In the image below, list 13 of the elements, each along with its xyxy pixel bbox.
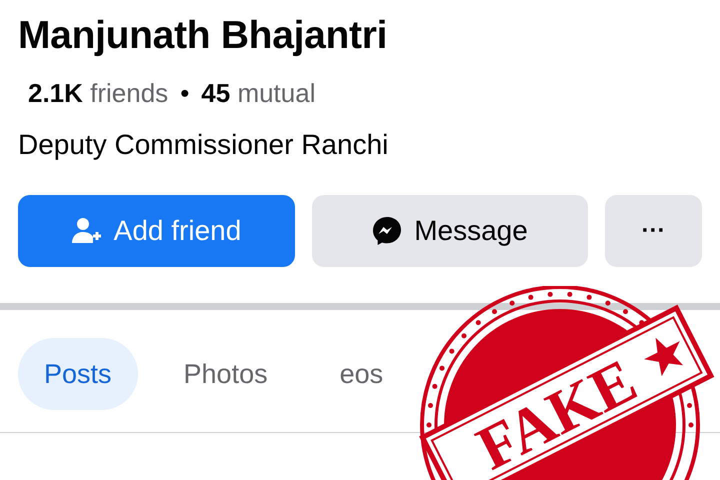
stat-text: 2.1K friends — [28, 78, 168, 109]
add-friend-button[interactable]: Add friend — [18, 195, 295, 267]
more-button[interactable]: ··· — [605, 195, 702, 267]
add-person-icon — [72, 217, 102, 245]
profile-tab[interactable]: eos — [314, 338, 410, 410]
separator-dot: • — [180, 78, 190, 109]
profile-name: Manjunath Bhajantri — [18, 13, 388, 59]
message-button[interactable]: Message — [312, 195, 588, 267]
stat-text: 45 mutual — [201, 78, 316, 109]
profile-bio: Deputy Commissioner Ranchi — [18, 129, 390, 161]
messenger-icon — [372, 216, 402, 246]
profile-tab[interactable]: Photos — [158, 338, 294, 410]
profile-tab[interactable]: Posts — [18, 338, 138, 410]
